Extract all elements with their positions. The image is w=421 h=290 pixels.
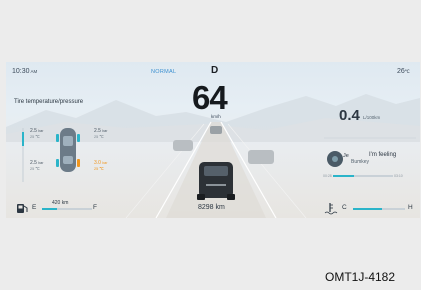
tire-front-left: 2.5 bar 25 ℃ <box>30 128 44 139</box>
speed-unit: km/h <box>211 114 221 119</box>
media-artist: Bumkey <box>351 159 370 165</box>
media-title: I'm feeling <box>369 152 397 158</box>
tire-rear-left: 2.5 bar 25 ℃ <box>30 160 44 171</box>
fuel-gauge-bar <box>42 208 92 210</box>
speed-value: 64 <box>192 79 228 116</box>
fuel-full-label: F <box>93 204 97 211</box>
fuel-economy-unit: L/100km <box>363 115 381 120</box>
coolant-hot-label: H <box>408 204 413 211</box>
media-progress-bar <box>333 175 393 177</box>
media-progress-fill <box>333 175 354 177</box>
coolant-temp-icon <box>324 203 338 215</box>
outside-temperature: 26℃ <box>397 68 410 75</box>
album-art-icon <box>327 151 343 167</box>
tire-panel-title: Tire temperature/pressure <box>14 99 84 105</box>
left-vehicle <box>173 140 193 151</box>
lead-vehicle <box>210 126 222 134</box>
gear-indicator: D <box>211 65 219 76</box>
fuel-economy-value: 0.4 <box>339 107 360 124</box>
tire-rear-right: 3.0 bar 25 ℃ <box>94 160 108 171</box>
tire-front-right: 2.5 bar 25 ℃ <box>94 128 108 139</box>
coolant-cold-label: C <box>342 204 347 211</box>
odometer: 8298 km <box>198 204 225 211</box>
right-vehicle <box>248 150 274 164</box>
tire-diagram-car <box>56 128 80 172</box>
fuel-empty-label: E <box>32 204 37 211</box>
coolant-gauge-fill <box>353 208 382 210</box>
instrument-cluster: 10:30AM NORMAL D 26℃ Tire temperature/pr… <box>6 62 420 218</box>
figure-caption: OMT1J-4182 <box>325 270 396 284</box>
media-title-prefix: Je <box>343 153 349 159</box>
media-elapsed: 00:28 <box>323 174 332 178</box>
fuel-pump-icon <box>17 204 28 213</box>
ego-vehicle <box>197 162 235 200</box>
driving-range: 420 km <box>52 200 69 206</box>
fuel-gauge-fill <box>42 208 57 210</box>
tire-panel-indicator <box>22 132 24 146</box>
media-duration: 03:10 <box>394 174 403 178</box>
drive-mode: NORMAL <box>151 69 177 75</box>
coolant-gauge-bar <box>353 208 405 210</box>
clock: 10:30AM <box>12 68 38 75</box>
